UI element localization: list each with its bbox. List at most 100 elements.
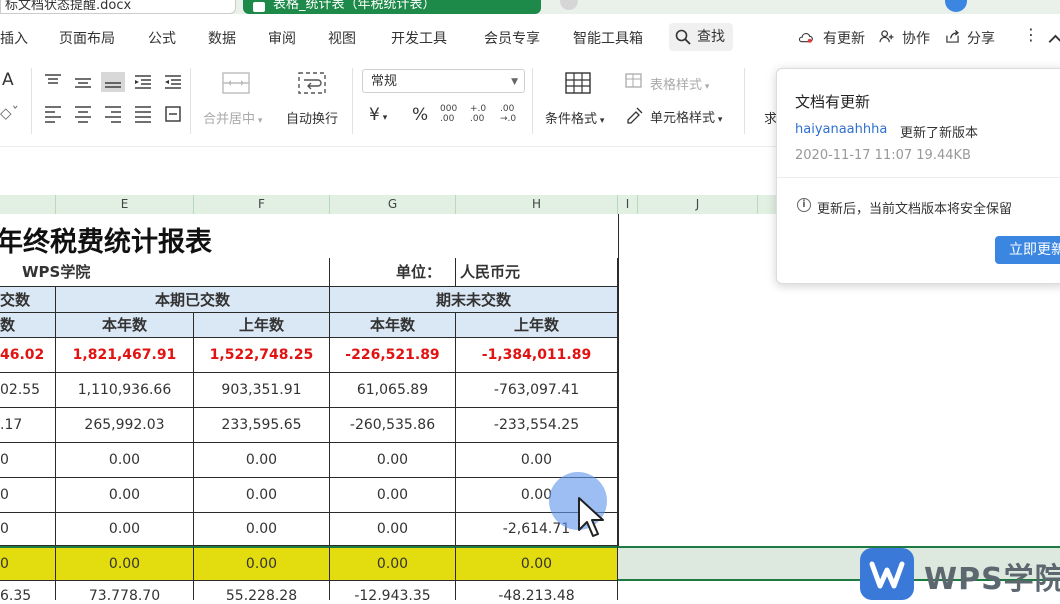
column-header-d[interactable] (0, 195, 56, 214)
table-cell[interactable]: 0 (0, 546, 56, 581)
table-cell[interactable]: 0.00 (56, 546, 194, 581)
table-cell[interactable]: 265,992.03 (56, 408, 194, 443)
table-cell[interactable]: 0.00 (330, 513, 456, 546)
unit-label-cell[interactable]: 单位： (330, 258, 456, 287)
menu-smart-toolbox[interactable]: 智能工具箱 (573, 28, 643, 48)
table-cell[interactable]: 1,110,936.66 (56, 373, 194, 408)
table-cell[interactable]: 0.00 (194, 478, 330, 513)
cell-style-button[interactable]: 单元格样式 ▾ (650, 107, 722, 126)
table-cell[interactable]: 0.00 (56, 478, 194, 513)
avatar[interactable] (945, 0, 967, 12)
column-header-e[interactable]: E (56, 195, 194, 214)
table-cell[interactable]: 02.55 (0, 373, 56, 408)
table-cell[interactable]: -1,384,011.89 (456, 338, 618, 373)
spreadsheet-icon (253, 2, 265, 12)
table-cell[interactable]: 1,522,748.25 (194, 338, 330, 373)
table-style-button[interactable]: 表格样式 ▾ (650, 74, 709, 93)
menu-data[interactable]: 数据 (208, 28, 236, 48)
header-sub-cell[interactable]: 上年数 (456, 313, 618, 338)
popup-username-link[interactable]: haiyanaahhha (795, 122, 887, 137)
mouse-pointer-icon (578, 497, 604, 537)
table-cell[interactable]: 55,228.28 (194, 581, 330, 600)
column-header-f[interactable]: F (194, 195, 330, 214)
table-cell[interactable]: -260,535.86 (330, 408, 456, 443)
column-header-g[interactable]: G (330, 195, 456, 214)
search-button[interactable]: 查找 (669, 23, 733, 51)
share-button[interactable]: 分享 (967, 28, 995, 48)
column-header-j[interactable]: J (638, 195, 758, 214)
table-cell[interactable]: .17 (0, 408, 56, 443)
number-format-select[interactable]: 常规 ▼ (362, 69, 525, 93)
header-group-cell[interactable]: 交数 (0, 287, 56, 313)
table-cell[interactable]: 0.00 (56, 513, 194, 546)
table-cell[interactable]: 903,351.91 (194, 373, 330, 408)
header-sub-cell[interactable]: 上年数 (194, 313, 330, 338)
collaborate-button[interactable]: 协作 (902, 28, 930, 48)
table-cell[interactable]: 0.00 (56, 443, 194, 478)
table-cell[interactable]: 61,065.89 (330, 373, 456, 408)
table-cell[interactable]: -233,554.25 (456, 408, 618, 443)
unit-value-cell[interactable]: 人民币元 (456, 258, 618, 287)
menu-developer[interactable]: 开发工具 (391, 28, 447, 48)
table-cell[interactable]: 0.00 (330, 546, 456, 581)
report-title[interactable]: 年终税费统计报表 (0, 220, 212, 259)
watermark-text: WPS学院 (924, 562, 1060, 597)
eraser-icon[interactable]: ◇ˇ (0, 104, 19, 122)
header-group-cell[interactable]: 本期已交数 (56, 287, 330, 313)
table-cell[interactable]: -226,521.89 (330, 338, 456, 373)
table-cell[interactable]: -48,213.48 (456, 581, 618, 600)
popup-note: 更新后，当前文档版本将安全保留 (817, 202, 1013, 217)
decrease-decimal-icon[interactable]: .00 →.0 (500, 104, 516, 124)
table-cell[interactable]: 0.00 (330, 443, 456, 478)
table-cell[interactable]: 73,778.70 (56, 581, 194, 600)
org-cell[interactable]: WPS学院 (0, 258, 330, 287)
currency-format-button[interactable]: ¥ ▾ (369, 105, 387, 125)
table-cell[interactable]: 0.00 (456, 546, 618, 581)
table-cell[interactable]: 6.35 (0, 581, 56, 600)
table-cell[interactable]: 46.02 (0, 338, 56, 373)
increase-decimal-icon[interactable]: +.0.00 (470, 104, 486, 124)
wrap-text-button[interactable]: 自动换行 (286, 108, 338, 127)
merge-center-label: 合并居中 (203, 112, 256, 127)
vertical-align-icons[interactable] (44, 72, 194, 92)
column-header-h[interactable]: H (456, 195, 618, 214)
table-cell[interactable]: 0.00 (194, 443, 330, 478)
table-cell[interactable]: -12,943.35 (330, 581, 456, 600)
tab-spreadsheet[interactable]: 表格_统计表（年税统计表） (243, 0, 541, 14)
thousands-separator-icon[interactable]: 000.00 (440, 104, 457, 124)
table-cell[interactable]: 1,821,467.91 (56, 338, 194, 373)
table-cell[interactable]: -763,097.41 (456, 373, 618, 408)
menu-view[interactable]: 视图 (328, 28, 356, 48)
menu-insert[interactable]: 插入 (0, 28, 28, 48)
tab-spreadsheet-label: 表格_统计表（年税统计表） (273, 0, 436, 12)
font-size-increase-icon[interactable]: A (2, 70, 14, 90)
table-cell[interactable]: 0.00 (456, 443, 618, 478)
conditional-format-button[interactable]: 条件格式 ▾ (545, 108, 604, 127)
collapse-ribbon-icon[interactable] (1048, 32, 1060, 45)
table-cell[interactable]: 0 (0, 513, 56, 546)
table-cell[interactable]: 0.00 (330, 478, 456, 513)
header-sub-cell[interactable]: 本年数 (56, 313, 194, 338)
new-tab-button[interactable] (560, 0, 578, 10)
horizontal-align-icons[interactable] (44, 104, 194, 124)
update-now-button[interactable]: 立即更新 (995, 236, 1060, 264)
table-cell[interactable]: 0 (0, 443, 56, 478)
menu-formulas[interactable]: 公式 (148, 28, 176, 48)
update-button[interactable]: 有更新 (823, 28, 865, 48)
header-sub-cell[interactable]: 数 (0, 313, 56, 338)
header-group-cell[interactable]: 期末未交数 (330, 287, 618, 313)
percent-format-button[interactable]: % (412, 105, 428, 125)
table-cell[interactable]: 0 (0, 478, 56, 513)
merge-center-button[interactable]: 合并居中 ▾ (203, 108, 262, 127)
update-popup: 文档有更新 haiyanaahhha 更新了新版本 2020-11-17 11:… (776, 68, 1060, 284)
menu-member[interactable]: 会员专享 (484, 28, 540, 48)
header-sub-cell[interactable]: 本年数 (330, 313, 456, 338)
column-header-i[interactable]: I (618, 195, 638, 214)
table-cell[interactable]: 233,595.65 (194, 408, 330, 443)
menu-page-layout[interactable]: 页面布局 (59, 28, 115, 48)
tab-document[interactable]: 标文档状态提醒.docx (0, 0, 236, 14)
more-menu-icon[interactable]: ⋮ (1023, 25, 1039, 44)
table-cell[interactable]: 0.00 (194, 513, 330, 546)
table-cell[interactable]: 0.00 (194, 546, 330, 581)
menu-review[interactable]: 审阅 (268, 28, 296, 48)
